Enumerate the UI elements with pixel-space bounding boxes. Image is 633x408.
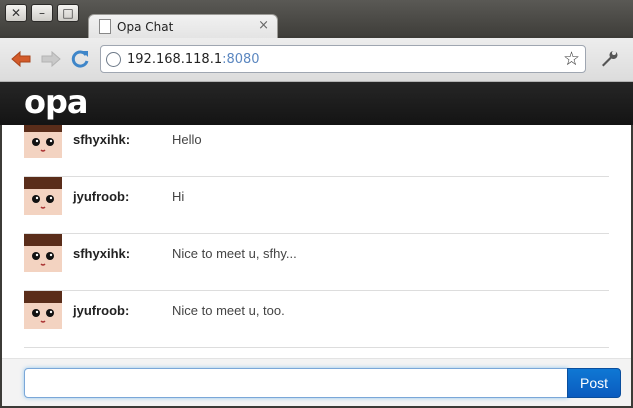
message-text: Hello xyxy=(172,132,202,147)
tab-title: Opa Chat xyxy=(117,20,174,34)
message-input[interactable] xyxy=(24,368,568,398)
reload-button[interactable] xyxy=(70,49,90,72)
window-maximize-button[interactable]: □ xyxy=(57,4,79,22)
message-item: jyufroob: Nice to meet u, too. xyxy=(24,291,609,348)
message-item: jyufroob: Hi xyxy=(24,177,609,234)
avatar xyxy=(24,177,62,215)
opa-logo: opa xyxy=(24,83,88,121)
back-arrow-icon xyxy=(11,50,31,68)
address-bar[interactable]: 192.168.118.1:8080 ☆ xyxy=(100,45,586,73)
post-button[interactable]: Post xyxy=(567,368,621,398)
message-text: Nice to meet u, too. xyxy=(172,303,285,318)
window-close-button[interactable]: ✕ xyxy=(5,4,27,22)
avatar xyxy=(24,291,62,329)
back-button[interactable] xyxy=(10,49,32,72)
message-author: jyufroob: xyxy=(73,303,130,318)
url-port: :8080 xyxy=(222,52,260,67)
globe-icon xyxy=(106,52,121,67)
message-text: Hi xyxy=(172,189,185,204)
browser-toolbar: 192.168.118.1:8080 ☆ xyxy=(0,38,633,82)
browser-tab[interactable]: Opa Chat × xyxy=(88,14,278,38)
url-text: 192.168.118.1:8080 xyxy=(127,52,260,67)
avatar xyxy=(24,234,62,272)
forward-arrow-icon xyxy=(41,50,61,68)
composer-bar: Post xyxy=(2,358,631,406)
message-list[interactable]: sfhyxihk: Hello jyufroob: Hi sfhyxihk: N… xyxy=(2,125,631,358)
url-host: 192.168.118.1 xyxy=(127,52,223,67)
wrench-menu-icon[interactable] xyxy=(598,47,620,74)
message-author: jyufroob: xyxy=(73,189,130,204)
app-header: opa xyxy=(0,82,633,125)
message-item: sfhyxihk: Nice to meet u, sfhy... xyxy=(24,234,609,291)
message-author: sfhyxihk: xyxy=(73,132,131,147)
message-author: sfhyxihk: xyxy=(73,246,131,261)
bookmark-star-icon[interactable]: ☆ xyxy=(563,48,580,70)
tab-close-icon[interactable]: × xyxy=(258,18,269,33)
avatar xyxy=(24,125,62,158)
page-icon xyxy=(99,19,111,34)
message-text: Nice to meet u, sfhy... xyxy=(172,246,297,261)
forward-button[interactable] xyxy=(40,49,62,72)
message-item: sfhyxihk: Hello xyxy=(24,125,609,177)
reload-icon xyxy=(71,50,89,68)
window-titlebar: ✕ – □ Opa Chat × xyxy=(0,0,633,38)
window-minimize-button[interactable]: – xyxy=(31,4,53,22)
